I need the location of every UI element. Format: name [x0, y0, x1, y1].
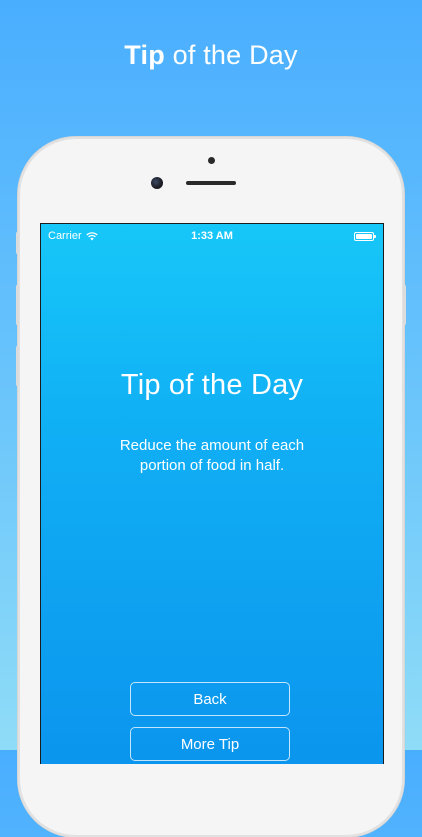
back-button[interactable]: Back [130, 682, 290, 716]
tip-text: Reduce the amount of each portion of foo… [119, 437, 305, 474]
headline-light: of the Day [172, 40, 298, 70]
marketing-headline: Tip of the Day [0, 40, 422, 71]
status-bar: Carrier 1:33 AM [41, 224, 383, 246]
app-screen: Carrier 1:33 AM Tip of the Day Reduce th… [40, 223, 384, 764]
front-camera-icon [151, 177, 163, 189]
phone-side-button-power [403, 285, 406, 325]
more-tip-button[interactable]: More Tip [130, 727, 290, 761]
status-time: 1:33 AM [191, 230, 233, 242]
earpiece-speaker [186, 181, 236, 185]
headline-bold: Tip [124, 40, 165, 70]
battery-icon [354, 232, 376, 241]
proximity-sensor [208, 157, 215, 164]
phone-side-button-mute [16, 232, 19, 254]
screen-title: Tip of the Day [120, 369, 304, 401]
phone-side-button-volume-up [16, 285, 19, 325]
phone-side-button-volume-down [16, 346, 19, 386]
